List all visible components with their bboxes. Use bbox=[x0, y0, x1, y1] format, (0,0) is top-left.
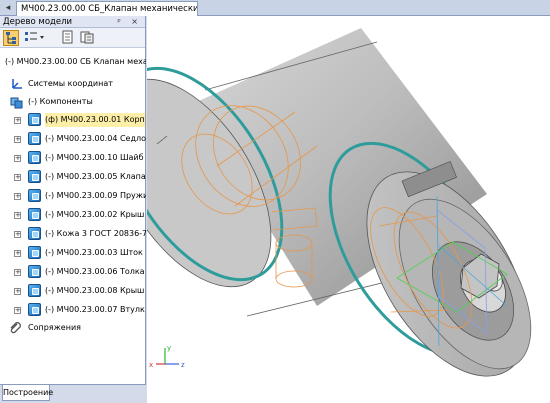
expand-icon[interactable]: + bbox=[14, 212, 21, 219]
coordinate-system-icon bbox=[12, 79, 22, 89]
tree-structure-icon bbox=[6, 32, 16, 44]
model-tree: (-) МЧ00.23.00.00 СБ Клапан механи Систе… bbox=[0, 49, 146, 384]
rebuild-button[interactable] bbox=[80, 30, 96, 46]
axis-x-label: x bbox=[149, 361, 153, 369]
tree-item-label: (-) МЧ00.23.00.04 Седло bbox=[45, 134, 146, 143]
tree-item-label: (-) МЧ00.23.00.07 Втулк bbox=[45, 305, 145, 314]
expand-icon[interactable]: + bbox=[14, 288, 21, 295]
tree-item-label: (-) Кожа 3 ГОСТ 20836-7 bbox=[45, 229, 146, 238]
part-icon bbox=[28, 208, 41, 221]
part-icon bbox=[28, 265, 41, 278]
components-icon bbox=[10, 97, 23, 109]
axis-triad-icon: x y z bbox=[149, 344, 185, 369]
part-icon bbox=[28, 170, 41, 183]
tree-item-label: (ф) МЧ00.23.00.01 Корп bbox=[45, 113, 145, 127]
tree-root-label: (-) МЧ00.23.00.00 СБ Клапан механи bbox=[5, 57, 146, 66]
assembly-3d-view[interactable] bbox=[147, 16, 550, 403]
axis-y-label: y bbox=[167, 344, 171, 352]
tree-item-label: (-) МЧ00.23.00.06 Толка bbox=[45, 267, 145, 276]
document-properties-button[interactable] bbox=[60, 30, 76, 46]
axis-z-label: z bbox=[181, 361, 185, 369]
tab-scroll-left-icon[interactable]: ◂ bbox=[2, 2, 14, 14]
paperclip-icon bbox=[10, 322, 21, 334]
panel-header: Дерево модели ᵖ × bbox=[0, 16, 145, 28]
expand-icon[interactable]: + bbox=[14, 250, 21, 257]
tree-item-label: (-) МЧ00.23.00.09 Пружи bbox=[45, 191, 146, 200]
rebuild-icon bbox=[80, 31, 94, 44]
panel-title: Дерево модели bbox=[3, 17, 73, 27]
expand-icon[interactable]: + bbox=[14, 231, 21, 238]
tab-construction[interactable]: Построение bbox=[2, 385, 53, 401]
document-tab[interactable]: МЧ00.23.00.00 СБ_Клапан механический bbox=[16, 1, 198, 16]
panel-bottom-tabs: Построение bbox=[0, 384, 146, 403]
part-icon bbox=[28, 246, 41, 259]
part-icon bbox=[28, 284, 41, 297]
expand-icon[interactable]: + bbox=[14, 193, 21, 200]
panel-window-controls[interactable]: ᵖ × bbox=[117, 16, 142, 28]
tree-item-label: (-) МЧ00.23.00.02 Крыш bbox=[45, 210, 145, 219]
tree-item-label: (-) МЧ00.23.00.05 Клапа bbox=[45, 172, 146, 181]
part-icon bbox=[28, 227, 41, 240]
model-viewport[interactable]: x y z bbox=[147, 16, 550, 403]
document-icon bbox=[62, 30, 73, 44]
part-icon bbox=[28, 151, 41, 164]
part-icon bbox=[28, 189, 41, 202]
expand-icon[interactable]: + bbox=[14, 307, 21, 314]
part-icon bbox=[28, 132, 41, 145]
model-tree-panel: Дерево модели ᵖ × (-) МЧ00.23.00.00 СБ К… bbox=[0, 16, 146, 403]
part-icon bbox=[28, 303, 41, 316]
coordinate-triad: x y z bbox=[147, 342, 195, 372]
tree-view-dropdown-button[interactable] bbox=[24, 30, 46, 46]
expand-icon[interactable]: + bbox=[14, 136, 21, 143]
tree-view-icon bbox=[25, 32, 44, 41]
tree-structure-button[interactable] bbox=[3, 30, 19, 46]
expand-icon[interactable]: + bbox=[14, 155, 21, 162]
expand-icon[interactable]: + bbox=[14, 117, 21, 124]
tree-item-label: Сопряжения bbox=[28, 323, 81, 332]
expand-icon[interactable]: + bbox=[14, 174, 21, 181]
tree-item-label: (-) МЧ00.23.00.03 Шток bbox=[45, 248, 143, 257]
part-icon bbox=[28, 113, 41, 126]
tree-item-label: (-) МЧ00.23.00.10 Шайб bbox=[45, 153, 144, 162]
document-tabstrip: ◂ МЧ00.23.00.00 СБ_Клапан механический bbox=[0, 0, 550, 16]
tree-item-label: (-) Компоненты bbox=[28, 97, 93, 106]
tree-toolbar bbox=[0, 28, 145, 48]
expand-icon[interactable]: + bbox=[14, 269, 21, 276]
tree-item-label: (-) МЧ00.23.00.08 Крыш bbox=[45, 286, 145, 295]
tree-item-label: Системы координат bbox=[28, 79, 113, 88]
